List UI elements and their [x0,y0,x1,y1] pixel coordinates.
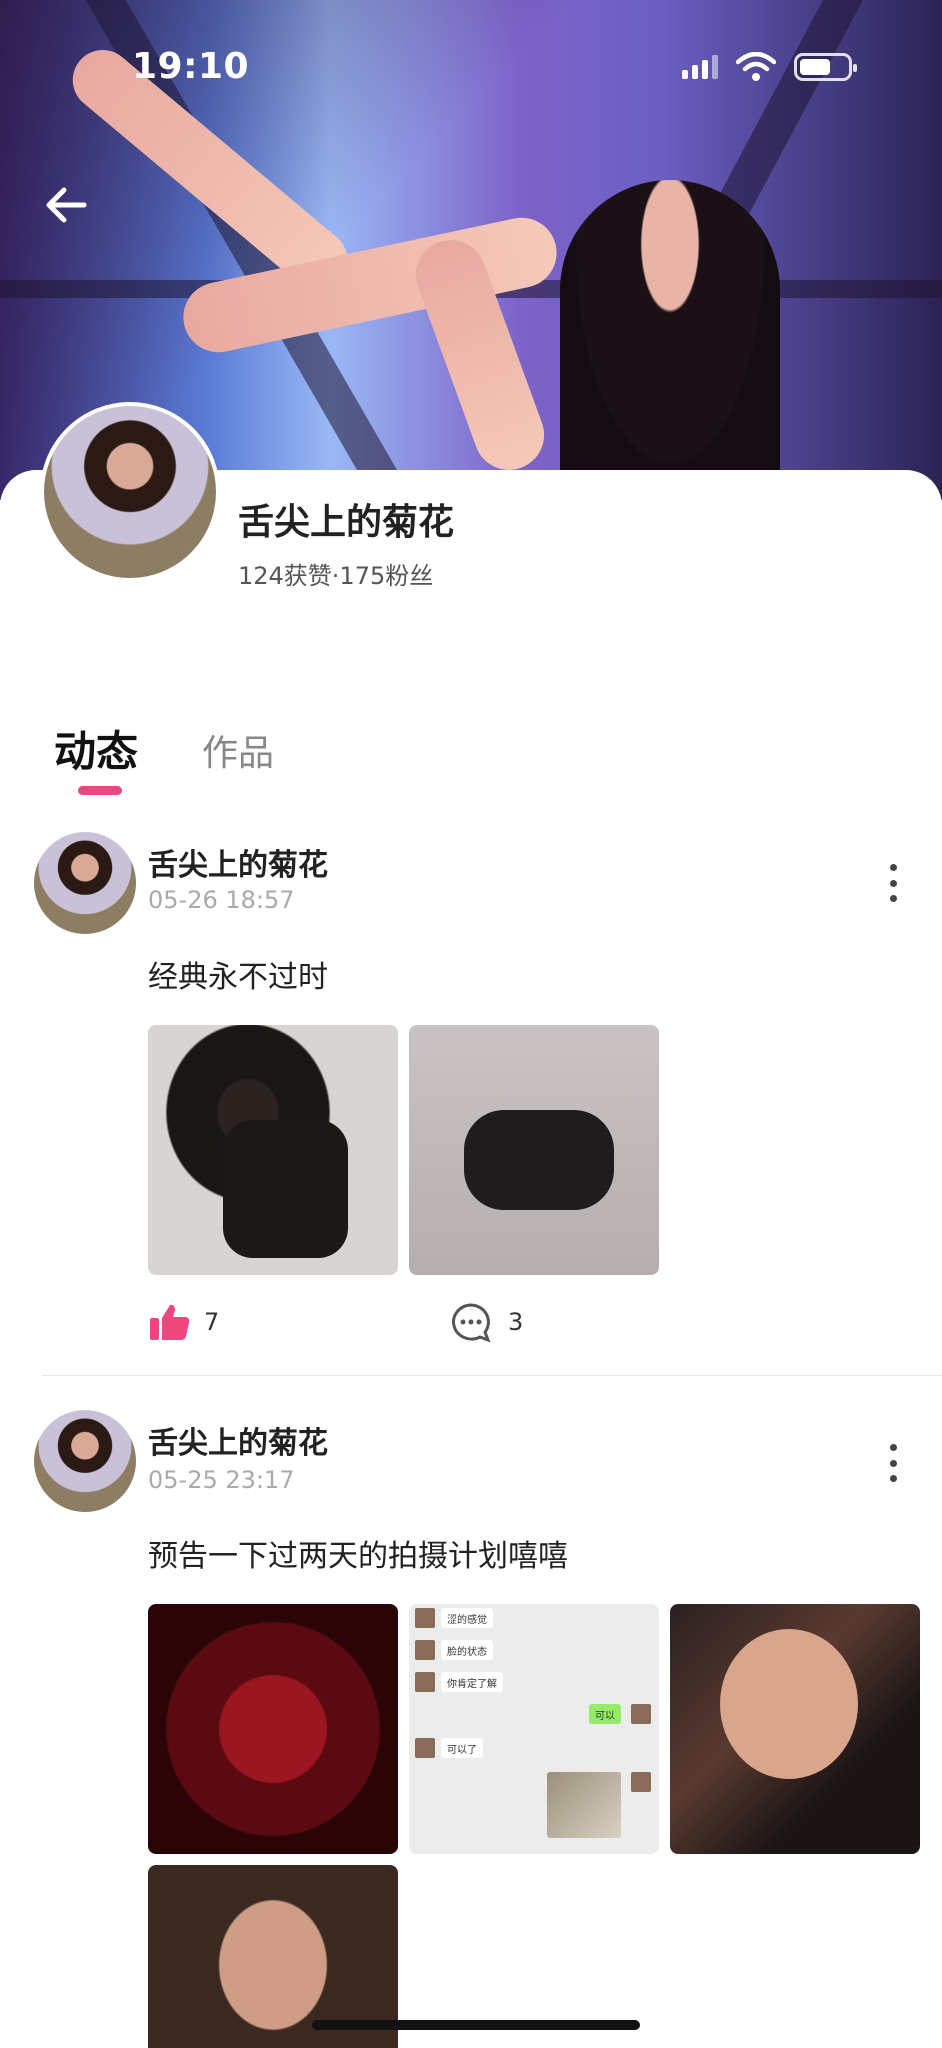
home-indicator [312,2020,640,2030]
cellular-signal-icon [682,55,718,79]
post-author[interactable]: 舌尖上的菊花 [148,1418,328,1462]
more-button[interactable] [878,1438,908,1488]
status-icons [682,52,857,82]
chat-message: 涩的感觉 [441,1608,493,1628]
tab-dynamics[interactable]: 动态 [54,718,138,779]
arrow-left-icon [46,187,87,223]
chat-avatar [415,1738,435,1758]
post-image[interactable] [670,1604,920,1854]
post-image[interactable] [148,1604,398,1854]
tab-active-indicator [78,786,122,795]
battery-icon [794,53,857,81]
chat-avatar [415,1640,435,1660]
chat-avatar [415,1672,435,1692]
chat-message: 可以了 [441,1738,483,1758]
post-text: 预告一下过两天的拍摄计划嘻嘻 [148,1539,568,1574]
post-time: 05-26 18:57 [148,886,295,914]
more-button[interactable] [878,858,908,908]
chat-message: 可以 [589,1704,621,1724]
profile-name: 舌尖上的菊花 [238,502,455,543]
chat-message: 你肯定了解 [441,1672,503,1692]
chat-avatar [631,1772,651,1792]
chat-avatar [415,1608,435,1628]
chat-image [547,1772,621,1838]
thumbs-up-icon [150,1304,190,1340]
comment-count: 3 [508,1308,524,1336]
profile-page: 19:10 舌尖上的菊花 124获赞·175粉丝 动态 作品 舌尖上的菊花 05… [0,0,942,2048]
post-image[interactable] [409,1025,659,1275]
wifi-icon [736,52,776,81]
back-button[interactable] [38,180,94,230]
more-vertical-icon [889,1444,897,1451]
status-time: 19:10 [132,46,250,87]
post-avatar[interactable] [34,832,136,934]
post-text: 经典永不过时 [148,960,328,995]
comment-bubble-icon [452,1303,491,1342]
cover-figure [560,180,780,500]
post-avatar[interactable] [34,1410,136,1512]
like-button[interactable]: 7 [148,1302,219,1342]
chat-avatar [631,1704,651,1724]
tab-works[interactable]: 作品 [202,724,274,776]
profile-stats: 124获赞·175粉丝 [238,562,434,590]
post-divider [42,1375,942,1376]
more-vertical-icon [889,864,897,871]
post-author[interactable]: 舌尖上的菊花 [148,840,328,884]
chat-message: 脸的状态 [441,1640,493,1660]
post-image[interactable] [148,1025,398,1275]
like-count: 7 [204,1308,220,1336]
comment-button[interactable]: 3 [450,1302,523,1342]
profile-avatar[interactable] [40,402,220,582]
post-image-chat-screenshot[interactable]: 涩的感觉 脸的状态 你肯定了解 可以 可以了 [409,1604,659,1854]
post-time: 05-25 23:17 [148,1466,295,1494]
